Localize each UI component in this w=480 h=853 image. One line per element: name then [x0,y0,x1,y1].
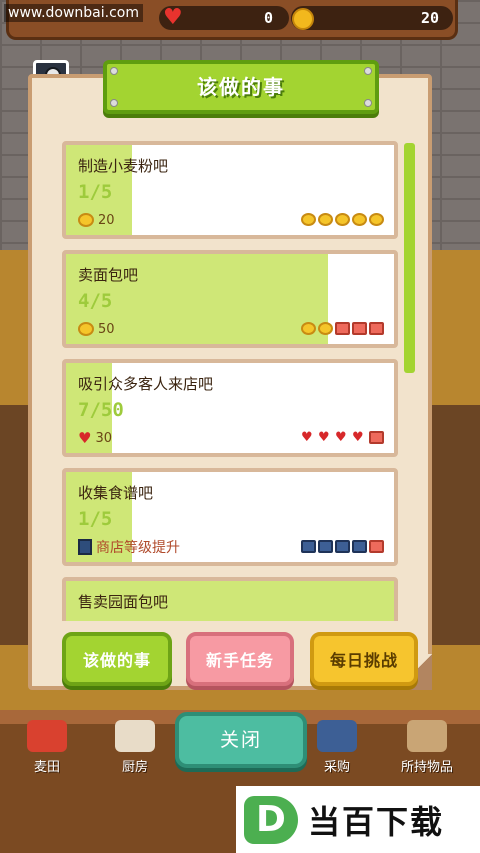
coin-stamp-icon [318,322,333,335]
coin-stamp-icon [352,213,367,226]
rivet [364,99,372,107]
coins-value: 20 [421,9,440,27]
close-button[interactable]: 关闭 [175,712,307,768]
heart-stamp-icon: ♥ [335,430,347,445]
gift-stamp-icon [352,322,367,335]
nav-field[interactable]: 麦田 [12,720,82,775]
reward-amount: 50 [98,321,115,337]
gift-stamp-icon [369,322,384,335]
coin-stamp-icon [301,213,316,226]
box-icon [407,720,447,752]
nav-kitchen-label: 厨房 [121,760,148,775]
task-count: 1/5 [78,181,113,203]
task-count: 4/5 [78,290,113,312]
task-name: 售卖园面包吧 [78,593,169,611]
nav-field-label: 麦田 [33,760,60,775]
coin-icon [78,213,94,227]
task-card[interactable]: 收集食谱吧 1/5 商店等级提升 [62,468,398,566]
coin-stamp-icon [335,213,350,226]
heart-icon: ♥ [163,5,183,30]
task-count: 7/50 [78,399,124,421]
nav-inventory-label: 所持物品 [400,760,453,775]
task-name: 制造小麦粉吧 [78,157,169,175]
rivet [110,99,118,107]
heart-stamp-icon: ♥ [301,430,313,445]
shop-level-icon [78,539,92,555]
task-list[interactable]: 制造小麦粉吧 1/5 20 卖面包吧 4/5 50 吸引众多客人来店吧 7/50… [62,141,398,621]
task-reward: 20 [78,211,115,229]
dialog-title-banner: 该做的事 [103,60,379,114]
recipe-stamp-icon [335,540,350,553]
heart-stamp-icon: ♥ [352,430,364,445]
kitchen-icon [115,720,155,752]
reward-text: 商店等级提升 [96,540,180,556]
brand-name: 当百下载 [308,802,445,841]
recipe-stamp-icon [301,540,316,553]
task-name: 吸引众多客人来店吧 [78,375,214,393]
brand-logo-icon: D [244,795,298,844]
task-reward: ♥ 30 [78,429,112,447]
stage-stamps [301,213,384,226]
tab-todo[interactable]: 该做的事 [62,632,172,686]
task-reward: 商店等级提升 [78,538,180,556]
gift-stamp-icon [369,431,384,444]
purchase-icon [317,720,357,752]
nav-purchase-label: 采购 [323,760,350,775]
task-card[interactable]: 吸引众多客人来店吧 7/50 ♥ 30 ♥ ♥ ♥ ♥ [62,359,398,457]
dialog-title: 该做的事 [197,75,285,99]
heart-icon: ♥ [78,428,92,447]
recipe-stamp-icon [318,540,333,553]
task-card[interactable]: 卖面包吧 4/5 50 [62,250,398,348]
task-card[interactable]: 售卖园面包吧 [62,577,398,621]
task-list-scrollbar[interactable] [404,143,415,373]
task-card[interactable]: 制造小麦粉吧 1/5 20 [62,141,398,239]
watermark-text: www.downbai.com [4,4,143,22]
heart-stamp-icon: ♥ [318,430,330,445]
recipe-stamp-icon [352,540,367,553]
coin-icon [292,8,314,30]
rivet [110,67,118,75]
task-reward: 50 [78,320,115,338]
brand-watermark: D 当百下载 [236,786,480,853]
gift-stamp-icon [335,322,350,335]
nav-inventory[interactable]: 所持物品 [392,720,462,775]
nav-kitchen[interactable]: 厨房 [100,720,170,775]
hearts-value: 0 [264,9,274,27]
reward-amount: 20 [98,212,115,228]
tab-daily-challenge[interactable]: 每日挑战 [310,632,418,686]
task-count: 1/5 [78,508,113,530]
stage-stamps [301,540,384,553]
reward-amount: 30 [95,430,112,446]
tab-newbie-tasks[interactable]: 新手任务 [186,632,294,686]
coin-icon [78,322,94,336]
stage-stamps: ♥ ♥ ♥ ♥ [301,431,384,444]
nav-purchase[interactable]: 采购 [302,720,372,775]
coin-stamp-icon [369,213,384,226]
coin-stamp-icon [318,213,333,226]
stage-stamps [301,322,384,335]
gift-stamp-icon [369,540,384,553]
rivet [364,67,372,75]
coin-stamp-icon [301,322,316,335]
task-name: 收集食谱吧 [78,484,154,502]
task-name: 卖面包吧 [78,266,139,284]
wheat-field-icon [27,720,67,752]
